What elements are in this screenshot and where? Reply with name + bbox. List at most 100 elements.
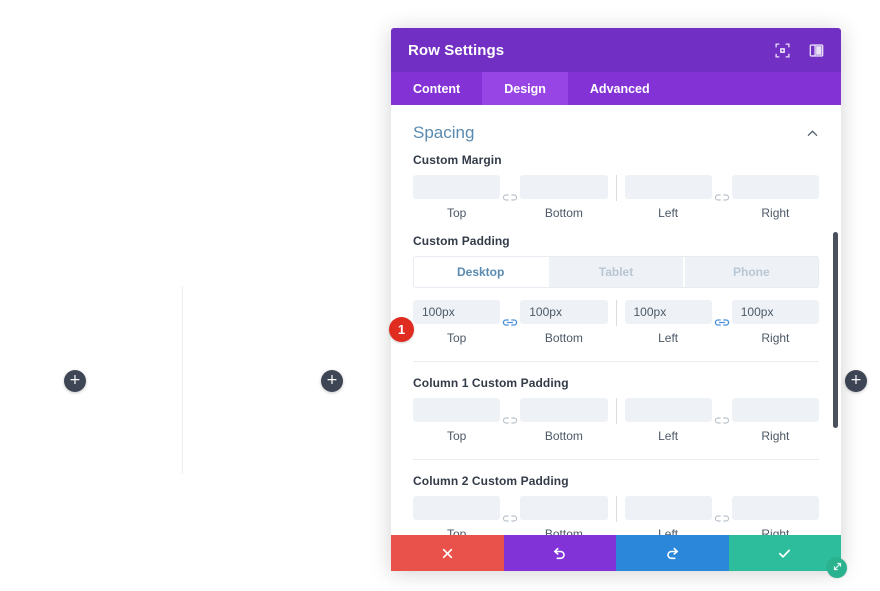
tab-design[interactable]: Design <box>482 72 568 105</box>
field-bottom: Bottom <box>520 496 608 535</box>
close-icon <box>441 547 454 560</box>
field-caption: Bottom <box>544 331 583 345</box>
col2-padding-top-input[interactable] <box>413 496 501 520</box>
field-caption: Left <box>658 429 679 443</box>
field-bottom: Bottom <box>520 300 608 345</box>
group-column-2-custom-padding: Column 2 Custom Padding Top Bottom Left … <box>391 474 841 535</box>
field-right: Right <box>731 300 819 345</box>
redo-button[interactable] <box>616 535 729 571</box>
col1-padding-top-input[interactable] <box>413 398 501 422</box>
field-right: Right <box>731 175 819 220</box>
spacing-input-row: Top Bottom <box>413 175 819 220</box>
margin-left-input[interactable] <box>624 175 712 199</box>
field-caption: Bottom <box>544 527 583 535</box>
col2-padding-bottom-input[interactable] <box>520 496 608 520</box>
col1-padding-bottom-input[interactable] <box>520 398 608 422</box>
left-right-pair: Left Right <box>624 300 819 345</box>
link-top-bottom-icon[interactable] <box>500 186 520 210</box>
add-module-column-2-button[interactable]: + <box>321 370 343 392</box>
field-caption: Top <box>446 331 467 345</box>
group-column-1-custom-padding: Column 1 Custom Padding Top Bottom Left … <box>391 376 841 443</box>
padding-bottom-input[interactable] <box>520 300 608 324</box>
link-left-right-icon[interactable] <box>712 186 732 210</box>
col2-padding-right-input[interactable] <box>731 496 819 520</box>
left-right-pair: Left Right <box>624 496 819 535</box>
device-breakpoint-tabs: Desktop Tablet Phone <box>413 256 819 288</box>
field-caption: Right <box>761 527 790 535</box>
link-left-right-icon[interactable] <box>712 507 732 531</box>
field-left: Left <box>624 398 712 443</box>
device-tab-desktop[interactable]: Desktop <box>414 257 550 287</box>
top-bottom-pair: Top Bottom <box>413 398 608 443</box>
row-settings-modal: Row Settings Content Design Advanced Spa… <box>389 28 847 578</box>
margin-bottom-input[interactable] <box>520 175 608 199</box>
plus-icon: + <box>326 372 338 388</box>
spacing-section-header[interactable]: Spacing <box>391 105 841 153</box>
field-left: Left <box>624 300 712 345</box>
check-icon <box>777 546 792 561</box>
tab-advanced[interactable]: Advanced <box>568 72 672 105</box>
field-left: Left <box>624 175 712 220</box>
field-caption: Left <box>658 527 679 535</box>
left-right-pair: Left Right <box>624 175 819 220</box>
col2-padding-left-input[interactable] <box>624 496 712 520</box>
add-row-button[interactable]: + <box>845 370 867 392</box>
field-left: Left <box>624 496 712 535</box>
plus-icon: + <box>850 372 862 388</box>
link-left-right-icon[interactable] <box>712 409 732 433</box>
modal-header-actions <box>775 42 824 58</box>
field-caption: Bottom <box>544 206 583 220</box>
padding-top-input[interactable] <box>413 300 501 324</box>
tab-content[interactable]: Content <box>391 72 482 105</box>
field-top: Top <box>413 398 501 443</box>
chevron-up-icon[interactable] <box>806 127 819 140</box>
cancel-button[interactable] <box>391 535 504 571</box>
link-top-bottom-icon[interactable] <box>500 409 520 433</box>
modal-footer <box>391 535 847 578</box>
field-right: Right <box>731 496 819 535</box>
redo-icon <box>665 546 680 561</box>
layout-columns-icon[interactable] <box>809 43 824 58</box>
undo-icon <box>552 546 567 561</box>
section-divider <box>413 459 819 460</box>
device-tab-phone[interactable]: Phone <box>684 257 818 287</box>
add-module-column-1-button[interactable]: + <box>64 370 86 392</box>
margin-top-input[interactable] <box>413 175 501 199</box>
modal-resize-handle[interactable] <box>827 558 847 578</box>
margin-right-input[interactable] <box>731 175 819 199</box>
padding-right-input[interactable] <box>731 300 819 324</box>
field-caption: Top <box>446 527 467 535</box>
spacing-input-row: Top Bottom <box>413 398 819 443</box>
spacing-section-title: Spacing <box>413 123 475 142</box>
group-custom-padding: Custom Padding Desktop Tablet Phone Top <box>391 234 841 345</box>
section-divider <box>413 361 819 362</box>
link-top-bottom-icon[interactable] <box>500 507 520 531</box>
link-top-bottom-icon[interactable] <box>500 311 520 335</box>
settings-scrollbar-thumb[interactable] <box>833 232 838 428</box>
top-bottom-pair: Top Bottom <box>413 300 608 345</box>
col1-padding-right-input[interactable] <box>731 398 819 422</box>
field-bottom: Bottom <box>520 398 608 443</box>
link-left-right-icon[interactable] <box>712 311 732 335</box>
modal-header: Row Settings <box>391 28 841 72</box>
undo-button[interactable] <box>503 535 616 571</box>
group-label: Custom Margin <box>413 153 502 167</box>
field-top: Top <box>413 496 501 535</box>
pair-divider <box>615 175 617 201</box>
device-tab-tablet[interactable]: Tablet <box>549 257 685 287</box>
field-caption: Right <box>761 206 790 220</box>
padding-left-input[interactable] <box>624 300 712 324</box>
group-custom-margin: Custom Margin Top Bottom Left Right <box>391 153 841 220</box>
modal-body: Spacing Custom Margin Top Bottom Left Ri… <box>391 105 841 535</box>
field-caption: Left <box>658 206 679 220</box>
fullscreen-icon[interactable] <box>775 42 790 58</box>
spacing-input-row: Top Bottom <box>413 496 819 535</box>
pair-divider <box>615 496 617 522</box>
modal-tab-bar: Content Design Advanced <box>391 72 841 105</box>
left-right-pair: Left Right <box>624 398 819 443</box>
field-bottom: Bottom <box>520 175 608 220</box>
save-button[interactable] <box>728 535 841 571</box>
col1-padding-left-input[interactable] <box>624 398 712 422</box>
field-caption: Top <box>446 206 467 220</box>
top-bottom-pair: Top Bottom <box>413 175 608 220</box>
